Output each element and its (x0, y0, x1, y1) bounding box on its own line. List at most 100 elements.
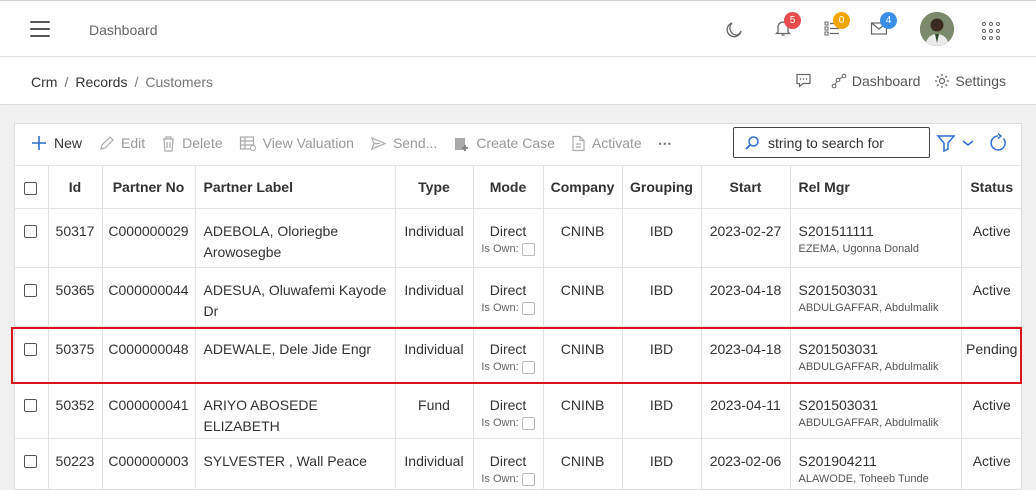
mode-value: Direct (489, 282, 527, 298)
rel-mgr-code: S201503031 (798, 397, 878, 413)
rel-mgr-name: EZEMA, Ugonna Donald (798, 243, 919, 255)
column-header-mode[interactable]: Mode (473, 165, 544, 209)
create-case-label: Create Case (476, 135, 555, 151)
rel-mgr-name: ABDULGAFFAR, Abdulmalik (798, 417, 939, 429)
document-icon (572, 135, 585, 151)
cell-mode: Direct Is Own: (473, 382, 544, 439)
case-add-icon (455, 137, 469, 151)
plus-icon (32, 136, 46, 150)
cell-grouping: IBD (622, 326, 702, 383)
is-own-label: Is Own: (481, 417, 519, 429)
select-all-checkbox[interactable] (24, 181, 38, 195)
cell-start: 2023-04-18 (701, 326, 791, 383)
is-own-label: Is Own: (481, 361, 519, 373)
filter-icon (936, 135, 956, 153)
cell-mode: Direct Is Own: (473, 267, 544, 327)
column-header-grouping[interactable]: Grouping (622, 165, 702, 209)
activate-button[interactable]: Activate (571, 135, 642, 152)
send-button-label: Send... (392, 135, 438, 151)
settings-link[interactable]: Settings (934, 73, 1006, 89)
trash-icon (163, 135, 175, 152)
delete-button[interactable]: Delete (161, 135, 223, 152)
row-checkbox[interactable] (24, 224, 38, 238)
refresh-button[interactable] (988, 132, 1008, 156)
row-select-cell (14, 382, 49, 439)
comment-button[interactable] (795, 72, 817, 89)
table-row[interactable]: 50223 C000000003 SYLVESTER , Wall Peace Ind… (14, 438, 1022, 490)
cell-partner-label: ADEWALE, Dele Jide Engr (195, 326, 396, 383)
cell-company: CNINB (543, 267, 623, 327)
cell-grouping: IBD (622, 438, 702, 490)
send-icon (370, 136, 387, 150)
activate-label: Activate (591, 135, 642, 151)
create-case-button[interactable]: Create Case (453, 135, 555, 152)
cell-type: Fund (395, 382, 474, 439)
dashboard-link[interactable]: Dashboard (831, 73, 920, 89)
cell-mode: Direct Is Own: (473, 438, 544, 490)
column-header-start[interactable]: Start (701, 165, 791, 209)
row-checkbox[interactable] (24, 342, 38, 356)
is-own-checkbox[interactable] (521, 301, 535, 315)
apps-grid-icon[interactable] (982, 22, 1002, 42)
column-header-company[interactable]: Company (543, 165, 623, 209)
cell-type: Individual (395, 267, 474, 327)
cell-mode: Direct Is Own: (473, 326, 544, 383)
moon-icon[interactable] (724, 19, 746, 41)
rel-mgr-code: S201904211 (798, 453, 877, 469)
cell-id: 50375 (48, 326, 103, 383)
table-row[interactable]: 50375 C000000048 ADEWALE, Dele Jide Engr In… (14, 326, 1022, 383)
column-header-id[interactable]: Id (48, 165, 103, 209)
more-actions-button[interactable]: ⋯ (658, 135, 672, 152)
column-header-status[interactable]: Status (961, 165, 1022, 209)
rel-mgr-name: ABDULGAFFAR, Abdulmalik (798, 361, 939, 373)
chevron-down-icon (962, 140, 974, 146)
is-own-label: Is Own: (481, 302, 519, 314)
row-checkbox[interactable] (24, 398, 38, 412)
is-own-checkbox[interactable] (521, 416, 535, 430)
row-select-cell (14, 208, 49, 268)
grid-toolbar: New Edit Delete View Valuation Send... C… (14, 128, 672, 158)
cell-type: Individual (395, 438, 474, 490)
filter-button[interactable] (936, 133, 975, 153)
cell-grouping: IBD (622, 382, 702, 439)
breadcrumb-records[interactable]: Records (75, 74, 127, 90)
column-header-partner-label[interactable]: Partner Label (195, 165, 396, 209)
breadcrumb-bar: Crm / Records / Customers Dashboard Settings (0, 58, 1036, 105)
cell-partner-no: C000000029 (102, 208, 196, 268)
send-button[interactable]: Send... (370, 135, 437, 152)
cell-status: Active (961, 267, 1022, 327)
user-avatar[interactable] (920, 12, 954, 46)
edit-button-label: Edit (121, 135, 146, 151)
table-row[interactable]: 50352 C000000041 ARIYO ABOSEDE ELIZABETH Fu… (14, 382, 1022, 439)
search-input[interactable] (768, 134, 918, 151)
breadcrumb-actions: Dashboard Settings (781, 72, 1006, 89)
menu-icon[interactable] (30, 21, 50, 37)
table-row[interactable]: 50317 C000000029 ADEBOLA, Oloriegbe Arowos… (14, 208, 1022, 268)
cell-rel-mgr: S201904211 ALAWODE, Toheeb Tunde (790, 438, 962, 490)
select-all-cell (14, 165, 49, 209)
is-own-checkbox[interactable] (521, 360, 535, 374)
mail-icon[interactable]: 4 (870, 12, 897, 41)
column-header-type[interactable]: Type (395, 165, 474, 209)
search-icon (745, 135, 759, 150)
row-checkbox[interactable] (24, 454, 38, 468)
bell-icon[interactable]: 5 (774, 12, 801, 41)
column-header-rel-mgr[interactable]: Rel Mgr (790, 165, 962, 209)
table-row[interactable]: 50365 C000000044 ADESUA, Oluwafemi Kayode … (14, 267, 1022, 327)
is-own-checkbox[interactable] (521, 472, 535, 486)
is-own-field: Is Own: (474, 472, 543, 486)
new-button[interactable]: New (30, 134, 82, 152)
cell-partner-no: C000000048 (102, 326, 196, 383)
cell-start: 2023-02-06 (701, 438, 791, 490)
breadcrumb-crm[interactable]: Crm (31, 74, 57, 90)
column-header-partner-no[interactable]: Partner No (102, 165, 196, 209)
is-own-checkbox[interactable] (521, 242, 535, 256)
edit-button[interactable]: Edit (98, 135, 145, 152)
tasks-icon[interactable]: 0 (823, 12, 850, 41)
cell-partner-label: ADEBOLA, Oloriegbe Arowosegbe (195, 208, 396, 268)
cell-rel-mgr: S201503031 ABDULGAFFAR, Abdulmalik (790, 267, 962, 327)
row-checkbox[interactable] (24, 283, 38, 297)
cell-company: CNINB (543, 382, 623, 439)
view-valuation-button[interactable]: View Valuation (239, 135, 354, 152)
cell-rel-mgr: S201503031 ABDULGAFFAR, Abdulmalik (790, 326, 962, 383)
